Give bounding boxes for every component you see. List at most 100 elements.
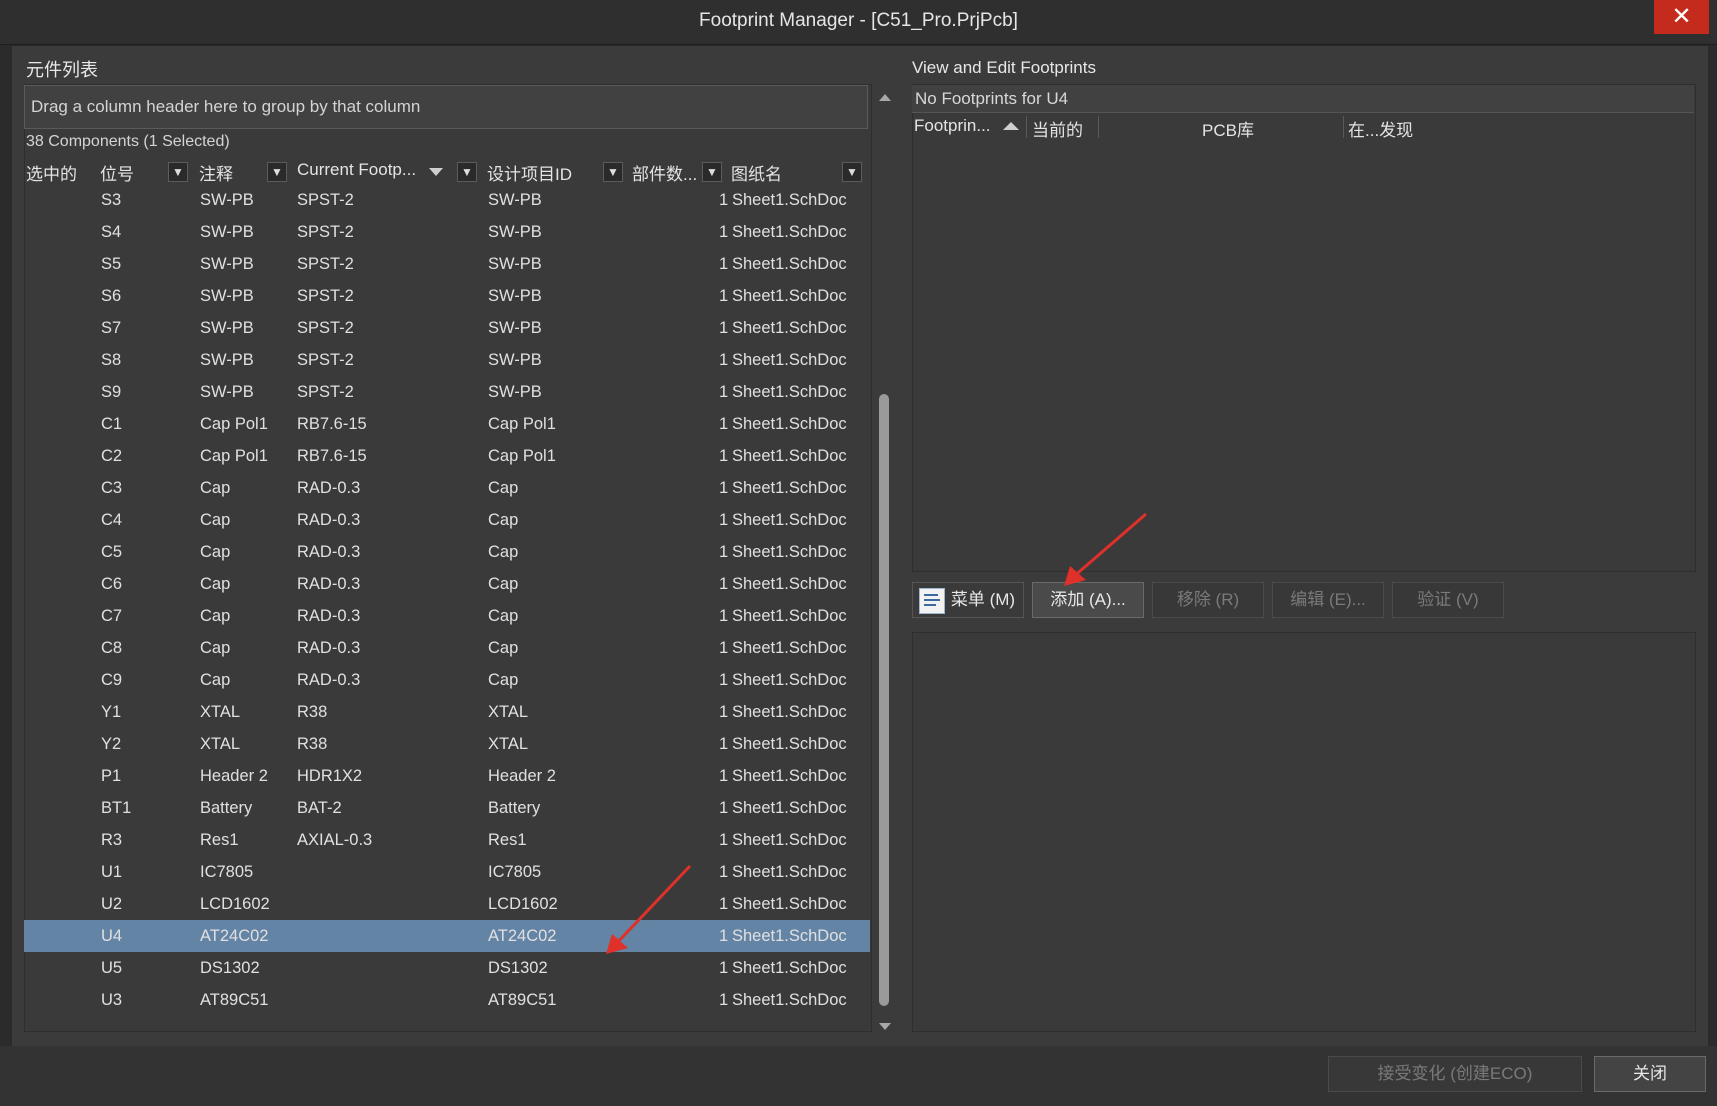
annotation-arrow-icon (606, 864, 692, 954)
table-row[interactable]: C6 Cap RAD-0.3 Cap 1 Sheet1.SchDoc (24, 568, 870, 600)
table-row[interactable]: U1 IC7805 IC7805 1 Sheet1.SchDoc (24, 856, 870, 888)
cell-sheet-name: Sheet1.SchDoc (732, 991, 847, 1009)
remove-footprint-button[interactable]: 移除 (R) (1152, 582, 1264, 618)
filter-icon[interactable]: ▼ (457, 162, 477, 182)
cell-part-count: 1 (719, 927, 729, 945)
accept-changes-button[interactable]: 接受变化 (创建ECO) (1328, 1056, 1582, 1092)
cell-comment: XTAL (200, 703, 241, 721)
cell-designator: S6 (101, 287, 122, 305)
table-row[interactable]: Y2 XTAL R38 XTAL 1 Sheet1.SchDoc (24, 728, 870, 760)
cell-sheet-name: Sheet1.SchDoc (732, 607, 847, 625)
cell-part-count: 1 (719, 287, 729, 305)
cell-sheet-name: Sheet1.SchDoc (732, 479, 847, 497)
group-by-drop-area[interactable]: Drag a column header here to group by th… (24, 85, 868, 129)
table-row[interactable]: U5 DS1302 DS1302 1 Sheet1.SchDoc (24, 952, 870, 984)
cell-designator: C2 (101, 447, 123, 465)
menu-button[interactable]: 菜单 (M) (912, 582, 1024, 618)
validate-footprint-button[interactable]: 验证 (V) (1392, 582, 1504, 618)
column-header-sheet-name[interactable]: 图纸名 (731, 160, 782, 186)
table-row[interactable]: S7 SW-PB SPST-2 SW-PB 1 Sheet1.SchDoc (24, 312, 870, 344)
sort-descending-icon[interactable] (429, 168, 443, 176)
filter-icon[interactable]: ▼ (267, 162, 287, 182)
table-row[interactable]: U2 LCD1602 LCD1602 1 Sheet1.SchDoc (24, 888, 870, 920)
table-row[interactable]: C2 Cap Pol1 RB7.6-15 Cap Pol1 1 Sheet1.SchDoc (24, 440, 870, 472)
cell-design-item-id: Header 2 (488, 767, 556, 785)
column-header-part-count[interactable]: 部件数... (632, 160, 697, 186)
filter-icon[interactable]: ▼ (603, 162, 623, 182)
table-row[interactable]: S4 SW-PB SPST-2 SW-PB 1 Sheet1.SchDoc (24, 216, 870, 248)
cell-sheet-name: Sheet1.SchDoc (732, 415, 847, 433)
filter-icon[interactable]: ▼ (702, 162, 722, 182)
cell-design-item-id: Cap (488, 511, 519, 529)
column-header-comment[interactable]: 注释 (199, 160, 233, 186)
table-row[interactable]: C1 Cap Pol1 RB7.6-15 Cap Pol1 1 Sheet1.SchDoc (24, 408, 870, 440)
cell-comment: XTAL (200, 735, 241, 753)
column-header-design-item-id[interactable]: 设计项目ID (487, 160, 572, 186)
cell-comment: Cap (200, 607, 231, 625)
cell-designator: S4 (101, 223, 122, 241)
cell-current-footprint: SPST-2 (297, 223, 354, 241)
cell-sheet-name: Sheet1.SchDoc (732, 671, 847, 689)
column-header-current[interactable]: 当前的 (1032, 116, 1083, 141)
cell-part-count: 1 (719, 319, 729, 337)
table-row[interactable]: S9 SW-PB SPST-2 SW-PB 1 Sheet1.SchDoc (24, 376, 870, 408)
table-row[interactable]: S6 SW-PB SPST-2 SW-PB 1 Sheet1.SchDoc (24, 280, 870, 312)
table-row[interactable]: S5 SW-PB SPST-2 SW-PB 1 Sheet1.SchDoc (24, 248, 870, 280)
table-row[interactable]: BT1 Battery BAT-2 Battery 1 Sheet1.SchDoc (24, 792, 870, 824)
scroll-thumb[interactable] (879, 394, 889, 1006)
column-divider (1098, 116, 1099, 138)
column-header-found-in[interactable]: 在...发现 (1348, 116, 1413, 141)
cell-designator: P1 (101, 767, 122, 785)
column-header-current-footprint[interactable]: Current Footp... (297, 160, 416, 186)
table-row[interactable]: C3 Cap RAD-0.3 Cap 1 Sheet1.SchDoc (24, 472, 870, 504)
column-header-designator[interactable]: 位号 (100, 160, 134, 186)
cell-design-item-id: SW-PB (488, 383, 542, 401)
table-row[interactable]: U3 AT89C51 AT89C51 1 Sheet1.SchDoc (24, 984, 870, 1016)
close-window-button[interactable]: ✕ (1654, 0, 1709, 34)
cell-current-footprint: RAD-0.3 (297, 575, 361, 593)
cell-designator: C4 (101, 511, 123, 529)
cell-design-item-id: AT89C51 (488, 991, 557, 1009)
scroll-down-arrow-icon[interactable] (879, 1023, 891, 1030)
menu-icon (919, 588, 945, 614)
table-row[interactable]: U4 AT24C02 AT24C02 1 Sheet1.SchDoc (24, 920, 870, 952)
column-header-selected[interactable]: 选中的 (26, 160, 77, 186)
column-header-pcb-library[interactable]: PCB库 (1202, 116, 1254, 141)
table-row[interactable]: S8 SW-PB SPST-2 SW-PB 1 Sheet1.SchDoc (24, 344, 870, 376)
cell-designator: C6 (101, 575, 123, 593)
filter-icon[interactable]: ▼ (168, 162, 188, 182)
table-row[interactable]: R3 Res1 AXIAL-0.3 Res1 1 Sheet1.SchDoc (24, 824, 870, 856)
edit-footprint-button[interactable]: 编辑 (E)... (1272, 582, 1384, 618)
table-row[interactable]: P1 Header 2 HDR1X2 Header 2 1 Sheet1.SchDoc (24, 760, 870, 792)
table-row[interactable]: C5 Cap RAD-0.3 Cap 1 Sheet1.SchDoc (24, 536, 870, 568)
vertical-scrollbar[interactable] (876, 90, 892, 1030)
sort-ascending-icon[interactable] (1003, 122, 1019, 130)
cell-comment: SW-PB (200, 191, 254, 209)
cell-part-count: 1 (719, 543, 729, 561)
column-header-footprint[interactable]: Footprin... (914, 116, 991, 136)
filter-icon[interactable]: ▼ (842, 162, 862, 182)
cell-part-count: 1 (719, 415, 729, 433)
close-button[interactable]: 关闭 (1594, 1056, 1706, 1092)
cell-design-item-id: SW-PB (488, 255, 542, 273)
table-row[interactable]: C8 Cap RAD-0.3 Cap 1 Sheet1.SchDoc (24, 632, 870, 664)
cell-comment: Battery (200, 799, 253, 817)
table-row[interactable]: C4 Cap RAD-0.3 Cap 1 Sheet1.SchDoc (24, 504, 870, 536)
cell-comment: SW-PB (200, 223, 254, 241)
cell-designator: S7 (101, 319, 122, 337)
cell-current-footprint: AXIAL-0.3 (297, 831, 373, 849)
table-row[interactable]: Y1 XTAL R38 XTAL 1 Sheet1.SchDoc (24, 696, 870, 728)
cell-part-count: 1 (719, 383, 729, 401)
table-row[interactable]: C7 Cap RAD-0.3 Cap 1 Sheet1.SchDoc (24, 600, 870, 632)
cell-designator: Y2 (101, 735, 122, 753)
scroll-up-arrow-icon[interactable] (879, 94, 891, 101)
component-count: 38 Components (1 Selected) (26, 133, 230, 150)
column-divider (1343, 116, 1344, 138)
table-row[interactable]: S3 SW-PB SPST-2 SW-PB 1 Sheet1.SchDoc (24, 184, 870, 216)
cell-comment: AT24C02 (200, 927, 269, 945)
cell-designator: R3 (101, 831, 123, 849)
table-row[interactable]: C9 Cap RAD-0.3 Cap 1 Sheet1.SchDoc (24, 664, 870, 696)
no-footprints-label: No Footprints for U4 (912, 85, 1694, 113)
cell-design-item-id: SW-PB (488, 287, 542, 305)
cell-sheet-name: Sheet1.SchDoc (732, 639, 847, 657)
